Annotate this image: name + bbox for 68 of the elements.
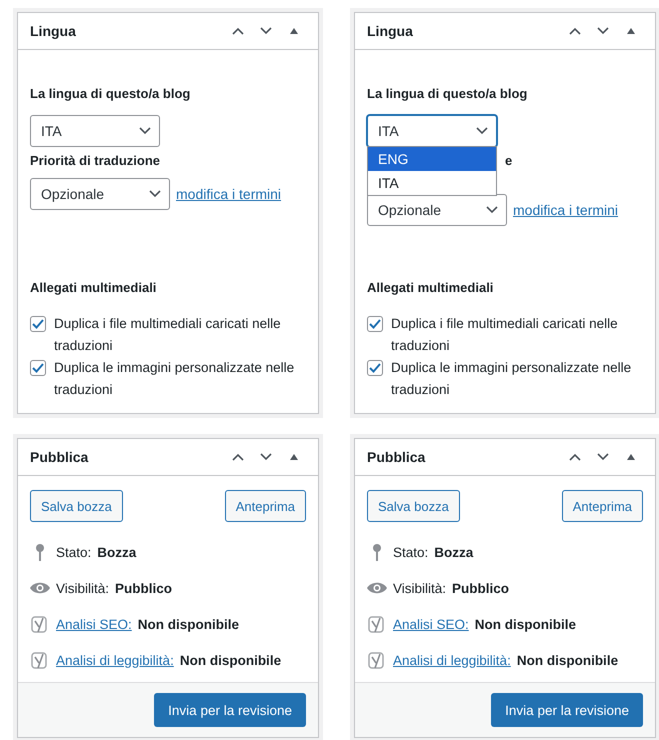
chevron-icon xyxy=(569,453,581,461)
checkbox[interactable] xyxy=(367,316,383,332)
pin-icon xyxy=(35,543,45,561)
panel-title: Lingua xyxy=(30,23,77,39)
row-value: Bozza xyxy=(97,544,136,560)
field-label: Priorità di traduzione xyxy=(30,153,162,168)
analysis-link[interactable]: Analisi di leggibilità: xyxy=(56,652,174,668)
row-label: Visibilità: xyxy=(56,580,110,596)
submit-review-button[interactable]: Invia per la revisione xyxy=(154,693,306,727)
row-value: Non disponibile xyxy=(474,616,576,632)
analysis-link[interactable]: Analisi SEO: xyxy=(393,616,469,632)
field-label: La lingua di questo/a blog xyxy=(30,86,192,101)
edit-terms-link[interactable]: modifica i termini xyxy=(176,186,282,202)
edit-terms-link[interactable]: modifica i termini xyxy=(513,202,618,218)
panel-title: Pubblica xyxy=(30,449,90,465)
section-title: Allegati multimediali xyxy=(367,280,494,295)
checkbox[interactable] xyxy=(30,360,46,376)
pin-icon xyxy=(372,543,382,561)
row-label: Stato: xyxy=(393,544,428,560)
priority-select[interactable]: Opzionale xyxy=(367,194,507,226)
checkbox-label: Duplica i file multimediali caricati nelle traduzioni xyxy=(54,315,282,355)
dropdown-option[interactable]: ITA xyxy=(368,171,496,195)
submit-review-button[interactable]: Invia per la revisione xyxy=(491,693,643,727)
row-value: Non disponibile xyxy=(180,652,282,668)
checkbox[interactable] xyxy=(367,360,383,376)
chevron-icon xyxy=(260,453,272,461)
row-value: Pubblico xyxy=(452,580,510,596)
y-logo-icon xyxy=(368,651,386,669)
chevron-icon xyxy=(260,27,272,35)
row-value: Bozza xyxy=(434,544,474,560)
checkbox-label: Duplica i file multimediali caricati nelle traduzioni xyxy=(391,315,619,355)
save-draft-button[interactable]: Salva bozza xyxy=(367,490,460,522)
row-value: Non disponibile xyxy=(516,652,618,668)
chevron-icon xyxy=(232,453,244,461)
y-logo-icon xyxy=(368,615,386,633)
row-value: Pubblico xyxy=(115,580,172,596)
chevron-icon xyxy=(569,27,581,35)
dropdown-option[interactable]: ENG xyxy=(368,147,496,171)
chevron-icon xyxy=(149,190,161,198)
analysis-link[interactable]: Analisi SEO: xyxy=(56,616,132,632)
checkbox-label: Duplica le immagini personalizzate nelle traduzioni xyxy=(54,359,296,399)
row-value: Non disponibile xyxy=(138,616,240,632)
y-logo-icon xyxy=(31,651,49,669)
panel-title: Pubblica xyxy=(367,449,426,465)
checkbox[interactable] xyxy=(30,316,46,332)
priority-select[interactable]: Opzionale xyxy=(30,178,170,210)
panel-title: Lingua xyxy=(367,23,414,39)
chevron-icon xyxy=(597,453,609,461)
section-title: Allegati multimediali xyxy=(30,280,158,295)
eye-icon xyxy=(30,582,50,594)
checkbox-label: Duplica le immagini personalizzate nelle traduzioni xyxy=(391,359,632,399)
field-label: La lingua di questo/a blog xyxy=(367,86,528,101)
chevron-icon xyxy=(486,206,498,214)
analysis-link[interactable]: Analisi di leggibilità: xyxy=(393,652,511,668)
language-select[interactable]: ITA xyxy=(367,115,497,147)
eye-icon xyxy=(367,582,387,594)
preview-button[interactable]: Anteprima xyxy=(562,490,643,522)
language-select[interactable]: ITA xyxy=(30,115,160,147)
y-logo-icon xyxy=(31,615,49,633)
save-draft-button[interactable]: Salva bozza xyxy=(30,490,123,522)
row-label: Stato: xyxy=(56,544,92,560)
chevron-icon xyxy=(476,127,488,135)
preview-button[interactable]: Anteprima xyxy=(224,490,306,522)
chevron-icon xyxy=(139,127,151,135)
chevron-icon xyxy=(597,27,609,35)
row-label: Visibilità: xyxy=(393,580,446,596)
chevron-icon xyxy=(232,27,244,35)
field-label: e xyxy=(505,153,512,168)
